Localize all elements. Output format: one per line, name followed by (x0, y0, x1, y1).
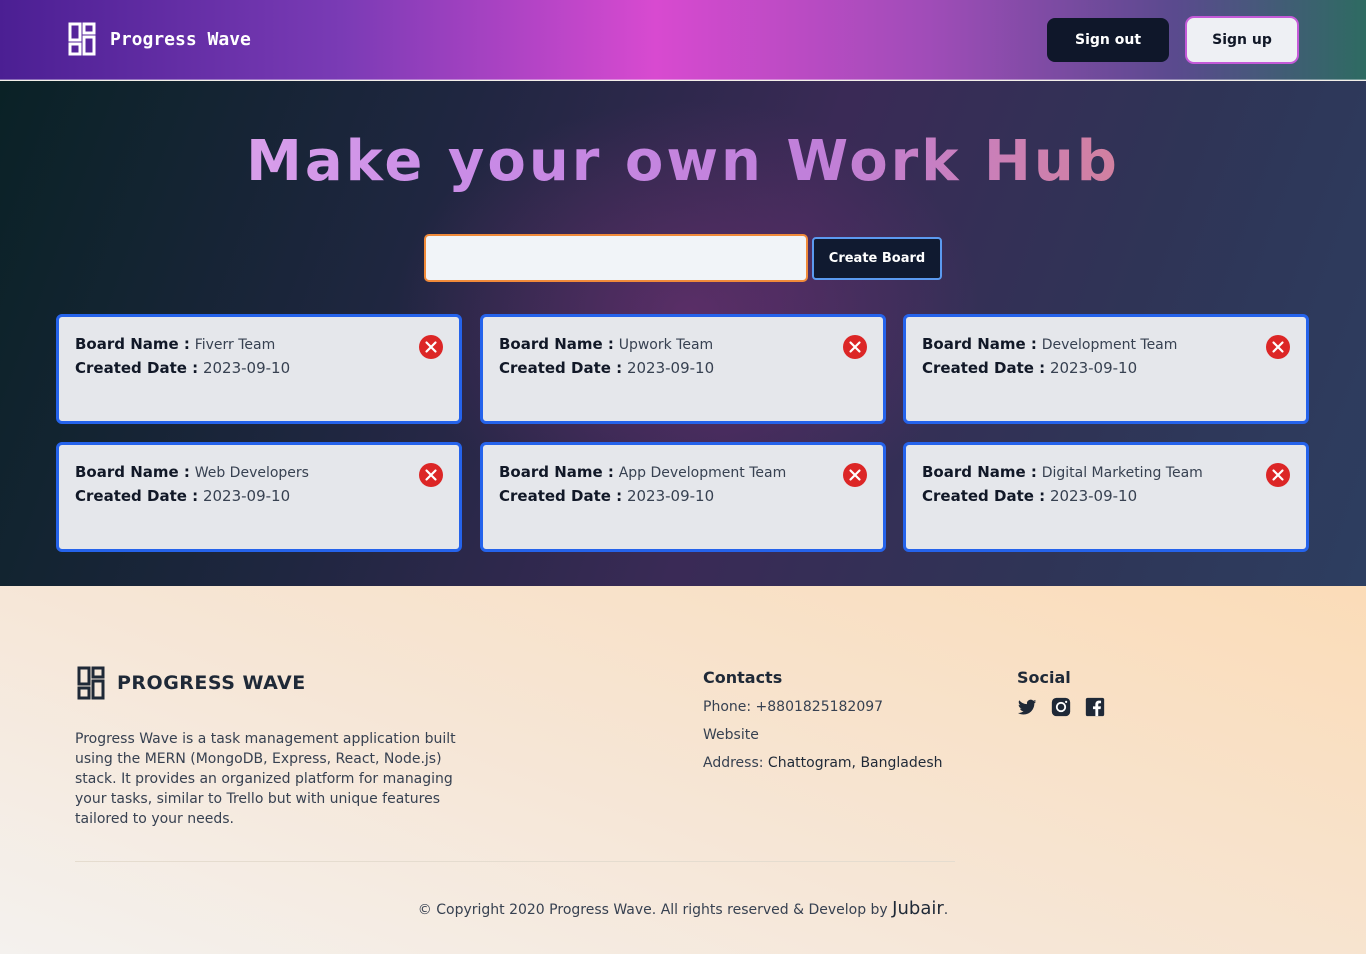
created-date-label: Created Date : (922, 487, 1046, 505)
footer-divider (75, 861, 955, 862)
created-date-label: Created Date : (75, 487, 199, 505)
footer-brand-title: PROGRESS WAVE (117, 672, 306, 694)
brand-title: Progress Wave (110, 28, 251, 50)
copyright-line: © Copyright 2020 Progress Wave. All righ… (417, 902, 893, 918)
sign-up-button[interactable]: Sign up (1185, 16, 1299, 64)
delete-board-button[interactable] (843, 463, 867, 487)
website-link[interactable]: Website (703, 727, 759, 743)
board-card[interactable]: Board Name : Web Developers Created Date… (56, 442, 462, 552)
top-navbar: Progress Wave Sign out Sign up (0, 0, 1366, 80)
board-card[interactable]: Board Name : Development Team Created Da… (903, 314, 1309, 424)
close-icon (1272, 341, 1284, 353)
footer-brand[interactable]: PROGRESS WAVE (77, 666, 306, 700)
board-name-input[interactable] (424, 234, 808, 282)
brand[interactable]: Progress Wave (68, 22, 251, 56)
address-label: Address: (703, 755, 768, 771)
facebook-icon[interactable] (1084, 696, 1106, 718)
delete-board-button[interactable] (419, 463, 443, 487)
board-name-value: Development Team (1041, 337, 1178, 353)
author-link[interactable]: Jubair (892, 898, 944, 919)
board-card[interactable]: Board Name : Upwork Team Created Date : … (480, 314, 886, 424)
board-name-label: Board Name : (499, 463, 614, 481)
board-name-label: Board Name : (499, 335, 614, 353)
board-name-value: Digital Marketing Team (1041, 465, 1203, 481)
created-date-value: 2023-09-10 (1049, 487, 1138, 505)
created-date-label: Created Date : (75, 359, 199, 377)
board-card[interactable]: Board Name : App Development Team Create… (480, 442, 886, 552)
board-name-value: Web Developers (194, 465, 309, 481)
instagram-icon[interactable] (1050, 696, 1072, 718)
board-name-label: Board Name : (75, 335, 190, 353)
board-card[interactable]: Board Name : Fiverr Team Created Date : … (56, 314, 462, 424)
footer-description: Progress Wave is a task management appli… (75, 731, 456, 827)
create-board-button[interactable]: Create Board (812, 237, 942, 280)
contacts-heading: Contacts (703, 668, 783, 687)
created-date-value: 2023-09-10 (626, 487, 715, 505)
board-name-label: Board Name : (922, 335, 1037, 353)
board-name-label: Board Name : (75, 463, 190, 481)
board-name-value: App Development Team (618, 465, 787, 481)
boards-section: Make your own Work Hub Create Board Boar… (0, 81, 1366, 586)
created-date-label: Created Date : (499, 487, 623, 505)
social-heading: Social (1017, 668, 1071, 687)
copyright-text: © Copyright 2020 Progress Wave. All righ… (0, 898, 1366, 919)
dashboard-logo-icon (77, 666, 105, 700)
created-date-label: Created Date : (922, 359, 1046, 377)
created-date-value: 2023-09-10 (202, 359, 291, 377)
board-name-label: Board Name : (922, 463, 1037, 481)
close-icon (425, 469, 437, 481)
created-date-value: 2023-09-10 (202, 487, 291, 505)
delete-board-button[interactable] (1266, 463, 1290, 487)
delete-board-button[interactable] (843, 335, 867, 359)
created-date-value: 2023-09-10 (1049, 359, 1138, 377)
board-name-value: Upwork Team (618, 337, 714, 353)
created-date-label: Created Date : (499, 359, 623, 377)
sign-out-button[interactable]: Sign out (1047, 18, 1169, 62)
close-icon (849, 341, 861, 353)
page-title: Make your own Work Hub (0, 129, 1366, 194)
dashboard-logo-icon (68, 22, 96, 56)
delete-board-button[interactable] (419, 335, 443, 359)
delete-board-button[interactable] (1266, 335, 1290, 359)
created-date-value: 2023-09-10 (626, 359, 715, 377)
twitter-icon[interactable] (1016, 696, 1038, 718)
phone-text: Phone: +8801825182097 (703, 699, 884, 715)
close-icon (849, 469, 861, 481)
close-icon (425, 341, 437, 353)
footer: PROGRESS WAVE Progress Wave is a task ma… (0, 586, 1366, 954)
copyright-end: . (943, 902, 949, 918)
board-name-value: Fiverr Team (194, 337, 276, 353)
address-value: Chattogram, Bangladesh (767, 755, 943, 771)
address-text: Address: Chattogram, Bangladesh (703, 755, 943, 771)
close-icon (1272, 469, 1284, 481)
board-card[interactable]: Board Name : Digital Marketing Team Crea… (903, 442, 1309, 552)
